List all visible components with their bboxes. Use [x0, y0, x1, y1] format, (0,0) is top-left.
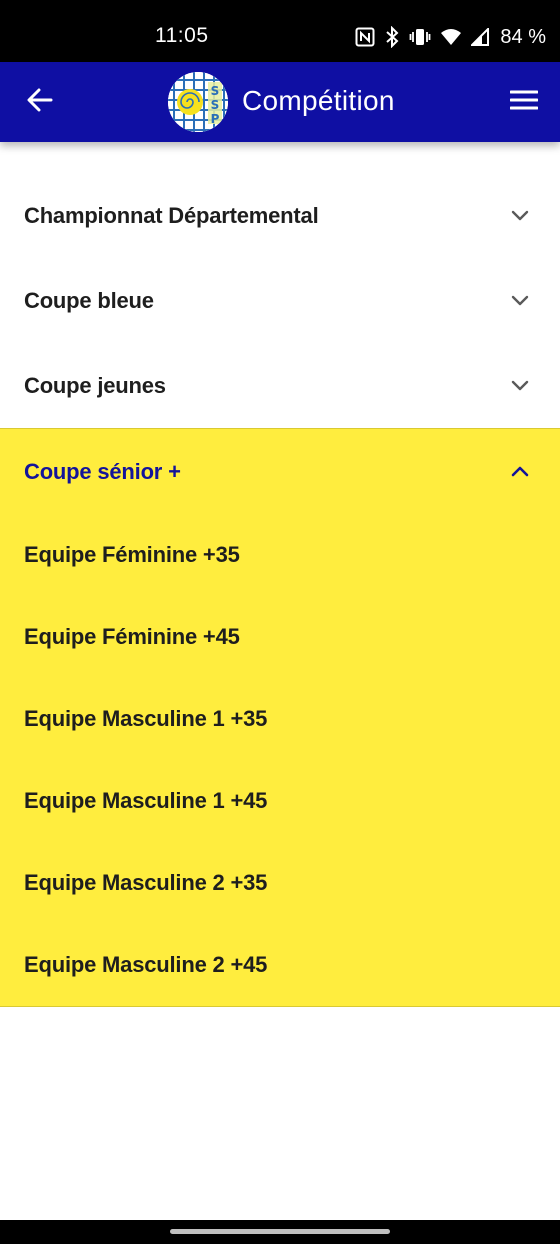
battery-percentage: 84 % — [500, 25, 546, 48]
team-item[interactable]: Equipe Féminine +35 — [0, 514, 560, 596]
team-label: Equipe Masculine 2 +35 — [24, 870, 268, 895]
page-title: Compétition — [242, 85, 395, 116]
team-item[interactable]: Equipe Masculine 1 +45 — [0, 760, 560, 842]
team-item[interactable]: Equipe Masculine 2 +45 — [0, 924, 560, 1006]
status-icons: 84 % — [355, 22, 546, 52]
accordion-label: Coupe bleue — [24, 287, 154, 313]
svg-text:S: S — [211, 98, 220, 112]
team-label: Equipe Masculine 2 +45 — [24, 952, 268, 977]
competition-accordion: Championnat Départemental Coupe bleue Co… — [0, 142, 560, 1007]
system-navigation-bar — [0, 1220, 560, 1244]
arrow-left-icon — [27, 87, 53, 118]
club-logo: S S P — [168, 72, 228, 132]
wifi-icon — [440, 28, 462, 46]
accordion-header-coupe-jeunes[interactable]: Coupe jeunes — [0, 343, 560, 428]
team-label: Equipe Féminine +45 — [24, 624, 240, 649]
accordion-label: Coupe jeunes — [24, 372, 166, 398]
chevron-up-icon — [511, 466, 529, 476]
bluetooth-icon — [384, 26, 400, 48]
menu-button[interactable] — [508, 86, 540, 118]
svg-text:P: P — [211, 112, 220, 126]
accordion-section-coupe-senior-expanded: Coupe sénior + Equipe Féminine +35 Equip… — [0, 428, 560, 1007]
chevron-down-icon — [511, 295, 529, 305]
accordion-label: Coupe sénior + — [24, 458, 181, 484]
accordion-header-championnat[interactable]: Championnat Départemental — [0, 173, 560, 258]
vibrate-icon — [409, 27, 431, 47]
back-button[interactable] — [22, 84, 58, 120]
chevron-down-icon — [511, 210, 529, 220]
team-label: Equipe Masculine 1 +45 — [24, 788, 268, 813]
team-item[interactable]: Equipe Masculine 1 +35 — [0, 678, 560, 760]
team-item[interactable]: Equipe Masculine 2 +35 — [0, 842, 560, 924]
accordion-header-coupe-bleue[interactable]: Coupe bleue — [0, 258, 560, 343]
team-label: Equipe Masculine 1 +35 — [24, 706, 268, 731]
app-bar: S S P Compétition — [0, 62, 560, 142]
home-gesture-handle[interactable] — [170, 1229, 390, 1234]
status-time: 11:05 — [155, 24, 209, 47]
accordion-label: Championnat Départemental — [24, 202, 319, 228]
signal-icon — [471, 28, 490, 46]
chevron-down-icon — [511, 380, 529, 390]
team-label: Equipe Féminine +35 — [24, 542, 240, 567]
team-item[interactable]: Equipe Féminine +45 — [0, 596, 560, 678]
nfc-icon — [355, 27, 375, 47]
accordion-header-coupe-senior[interactable]: Coupe sénior + — [0, 429, 560, 514]
status-bar: 11:05 84 % — [0, 0, 560, 62]
svg-text:S: S — [211, 84, 220, 98]
hamburger-menu-icon — [509, 89, 539, 116]
